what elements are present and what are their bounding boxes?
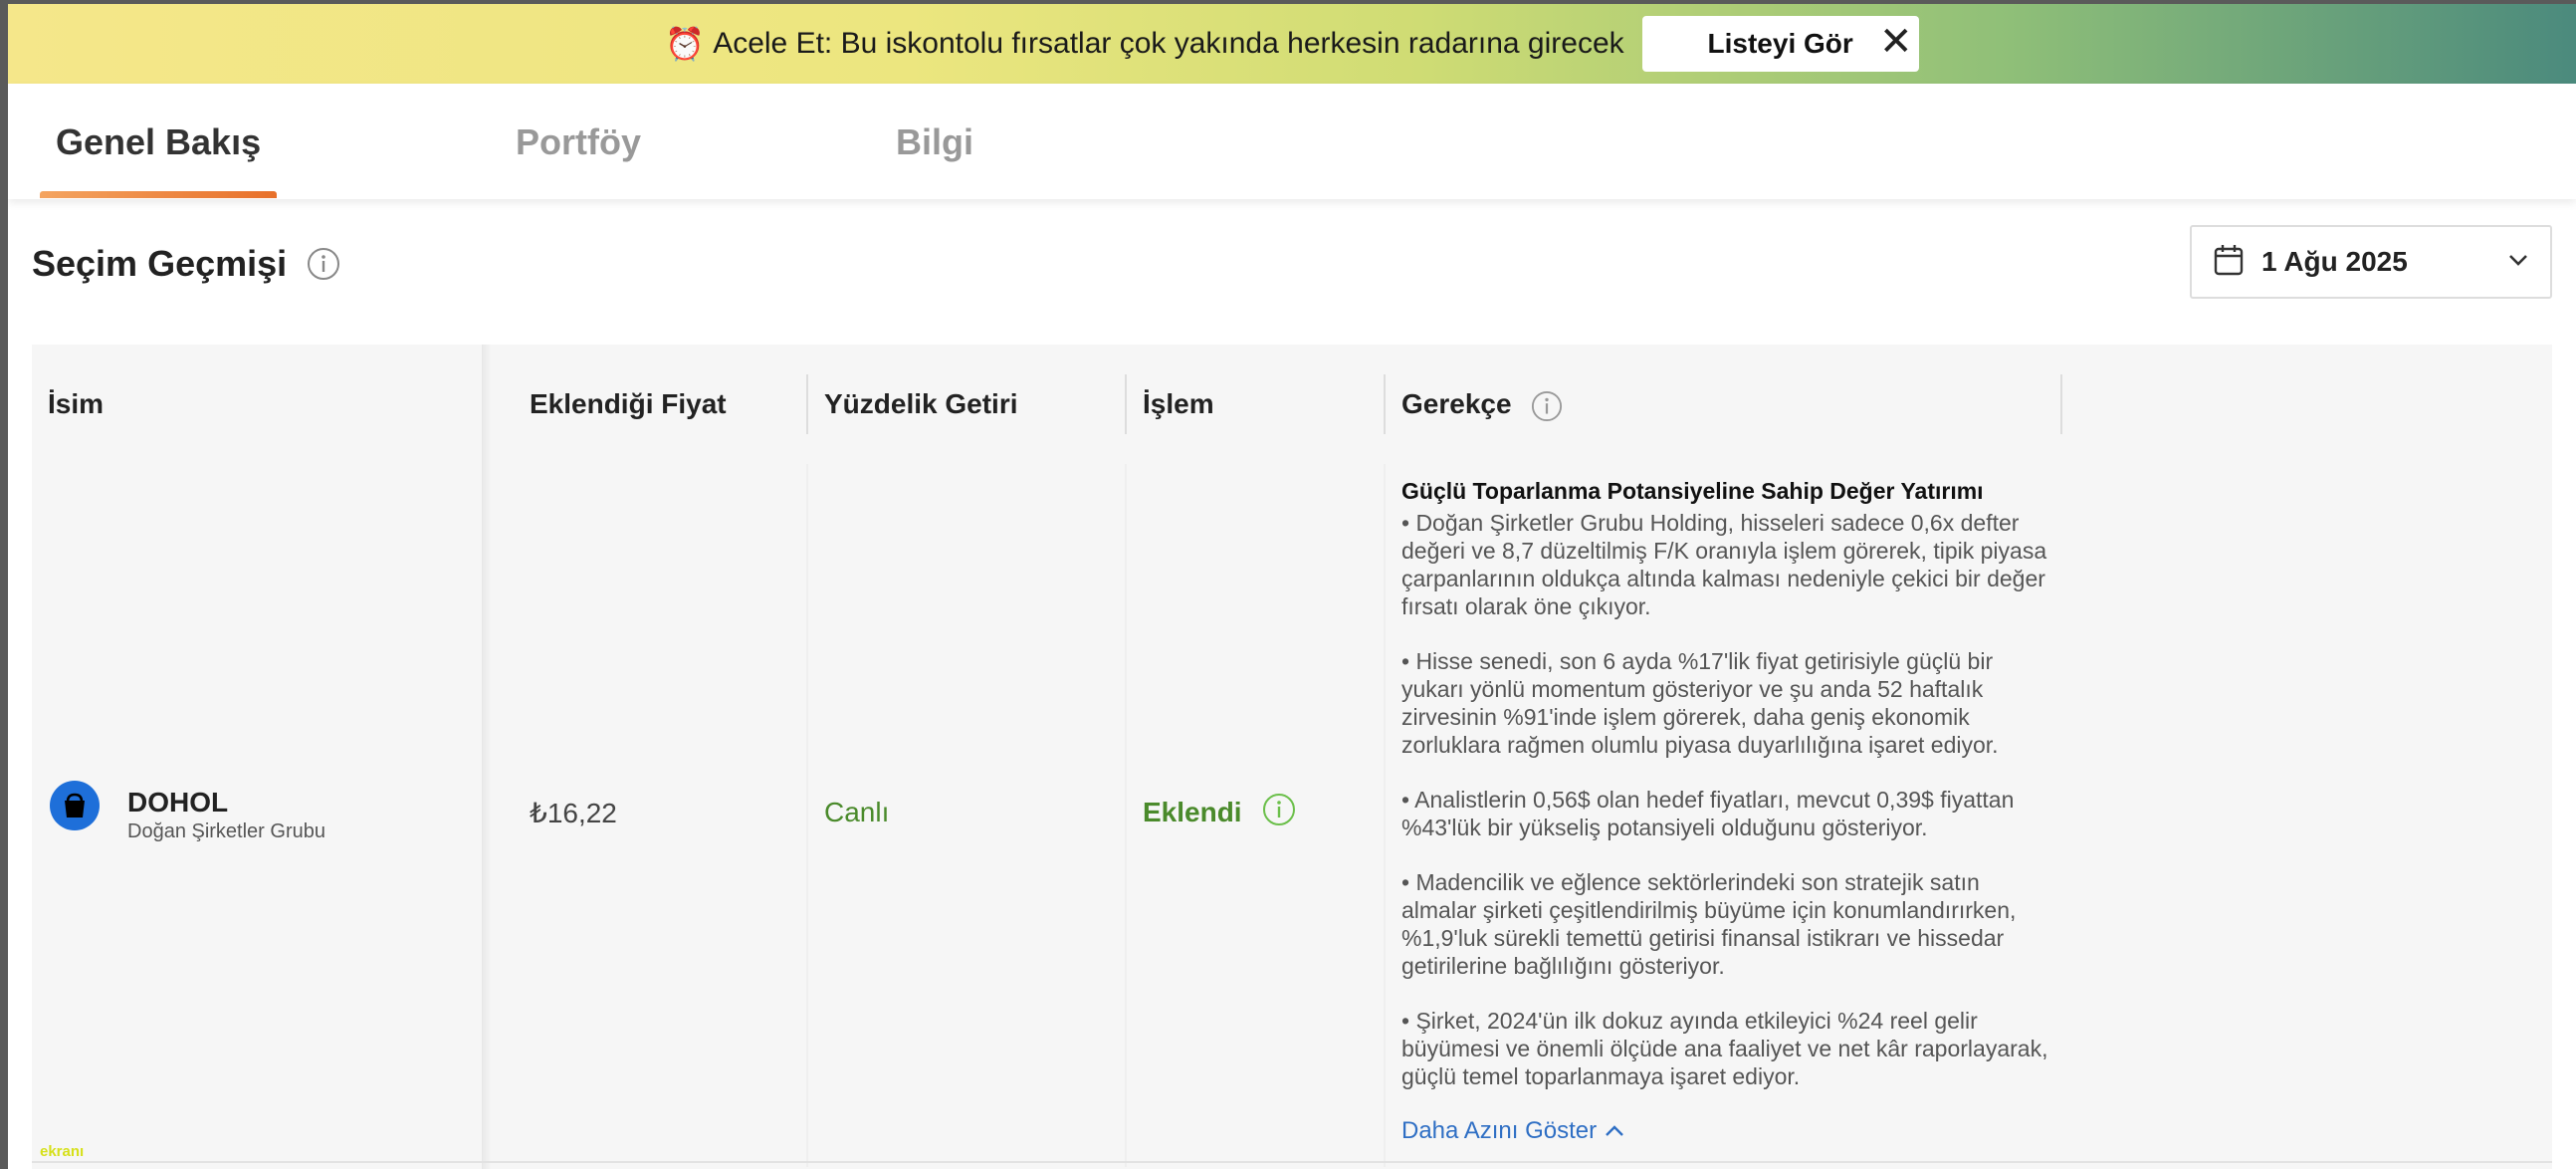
active-tab-indicator	[40, 191, 277, 198]
percent-return: Canlı	[824, 797, 890, 827]
date-picker[interactable]: 1 Ağu 2025	[2190, 225, 2552, 299]
info-icon[interactable]	[307, 247, 340, 286]
selection-history-table: İsim Eklendiği Fiyat Yüzdelik Getiri İşl…	[32, 345, 2552, 1169]
view-list-button[interactable]: Listeyi Gör	[1641, 16, 1919, 72]
added-price: ₺16,22	[530, 798, 617, 828]
info-icon[interactable]	[1262, 793, 1296, 831]
watermark: ekranı	[40, 1143, 85, 1160]
rationale-bullet: • Analistlerin 0,56$ olan hedef fiyatlar…	[1401, 787, 2015, 840]
shopping-bag-icon	[65, 793, 85, 818]
column-separator	[806, 374, 808, 434]
show-less-link[interactable]: Daha Azını Göster	[1401, 1117, 2048, 1145]
column-shadow	[482, 345, 492, 1169]
header-rationale: Gerekçe	[1401, 388, 1512, 419]
chevron-down-icon	[2508, 253, 2528, 272]
tab-overview[interactable]: Genel Bakış	[56, 121, 261, 163]
ticker-symbol[interactable]: DOHOL	[127, 787, 228, 818]
tab-info[interactable]: Bilgi	[896, 121, 973, 163]
header-percent-return: Yüzdelik Getiri	[824, 388, 1018, 419]
page-title: Seçim Geçmişi	[32, 243, 288, 284]
row-divider	[32, 1161, 2552, 1163]
column-divider	[806, 464, 808, 1167]
header-added-price: Eklendiği Fiyat	[530, 388, 727, 419]
column-separator	[1384, 374, 1386, 434]
column-separator	[2060, 374, 2062, 434]
rationale-bullet: • Şirket, 2024'ün ilk dokuz ayında etkil…	[1401, 1008, 2048, 1089]
rationale-text: Güçlü Toparlanma Potansiyeline Sahip Değ…	[1401, 478, 2048, 1145]
action-status: Eklendi	[1143, 797, 1242, 827]
promo-banner: ⏰ Acele Et: Bu iskontolu fırsatlar çok y…	[8, 4, 2576, 84]
company-name: Doğan Şirketler Grubu	[127, 820, 325, 842]
header-name: İsim	[48, 388, 105, 419]
column-divider	[1384, 464, 1386, 1167]
company-logo	[50, 781, 100, 830]
rationale-bullet: • Hisse senedi, son 6 ayda %17'lik fiyat…	[1401, 648, 1999, 758]
rationale-bullet: • Doğan Şirketler Grubu Holding, hissele…	[1401, 510, 2047, 619]
rationale-title: Güçlü Toparlanma Potansiyeline Sahip Değ…	[1401, 478, 1984, 504]
calendar-icon	[2214, 244, 2244, 281]
alarm-clock-icon: ⏰	[665, 26, 706, 62]
name-column-bg	[32, 345, 482, 1169]
date-value: 1 Ağu 2025	[2261, 246, 2408, 277]
banner-text: Acele Et: Bu iskontolu fırsatlar çok yak…	[713, 27, 1624, 60]
tab-portfolio[interactable]: Portföy	[516, 121, 641, 163]
column-separator	[1125, 374, 1127, 434]
chevron-up-icon	[1606, 1125, 1623, 1136]
rationale-bullet: • Madencilik ve eğlence sektörlerindeki …	[1401, 869, 2017, 979]
show-less-label: Daha Azını Göster	[1401, 1117, 1598, 1144]
column-divider	[1125, 464, 1127, 1167]
banner-message: ⏰ Acele Et: Bu iskontolu fırsatlar çok y…	[665, 25, 1623, 63]
header-action: İşlem	[1143, 388, 1214, 419]
close-icon[interactable]: ✕	[1879, 22, 1913, 62]
tab-bar: Genel Bakış Portföy Bilgi	[8, 84, 2576, 199]
info-icon[interactable]	[1531, 390, 1563, 427]
app-frame: ⏰ Acele Et: Bu iskontolu fırsatlar çok y…	[8, 4, 2576, 1169]
